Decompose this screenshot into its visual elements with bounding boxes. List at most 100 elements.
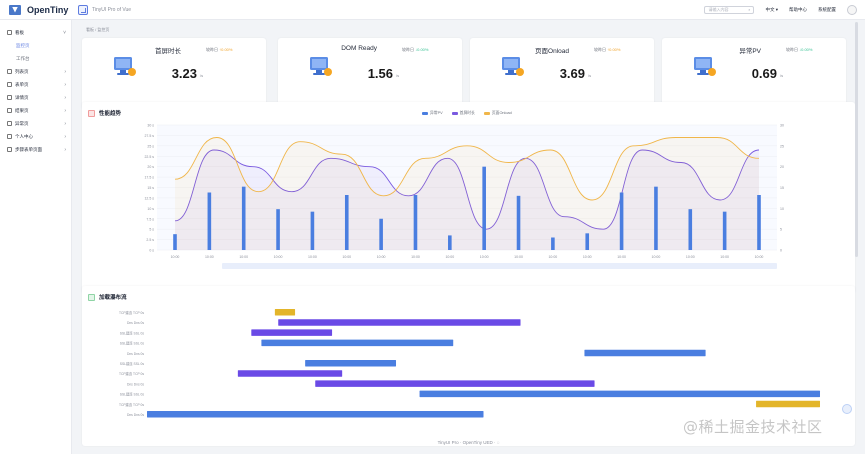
- kpi-unit: /s: [588, 73, 592, 78]
- y-tick-label: 7.5 s: [146, 217, 154, 221]
- sidebar-item-label: 列表页: [15, 68, 29, 74]
- waterfall-bar: [305, 360, 397, 367]
- x-tick-label: 10:00: [445, 255, 454, 259]
- kpi-delta: ↑0.00%: [219, 47, 233, 52]
- sidebar-item-label: 详情页: [15, 94, 29, 100]
- sidebar-item-label: 步骤表单页面: [15, 146, 42, 152]
- search-placeholder: 请输入内容: [708, 6, 729, 12]
- y-tick-label: 30 s: [147, 124, 154, 128]
- chevron-down-icon: ˅: [63, 29, 66, 36]
- x-tick-label: 10:00: [755, 255, 764, 259]
- kpi-name: 异常PV: [739, 48, 761, 55]
- y-tick-label: 12.5 s: [144, 196, 154, 200]
- x-tick-label: 10:00: [686, 255, 695, 259]
- bar: [722, 211, 727, 250]
- system-config-link[interactable]: 系统配置: [818, 7, 836, 13]
- kpi-compare: 较昨日 ↓0.00%: [402, 47, 428, 53]
- menu-icon: [7, 95, 12, 100]
- watermark: @稀土掘金技术社区: [683, 418, 823, 436]
- y2-tick-label: 10: [780, 207, 784, 211]
- kpi-unit: /s: [396, 73, 400, 78]
- sidebar-item-label: 表单页: [15, 81, 29, 87]
- bar: [448, 235, 452, 250]
- main-content: 看板 / 监控页 首屏时长 较昨日 ↑0.00% 3.23/s DOM Ready 较昨…: [82, 20, 855, 454]
- waterfall-bar: [237, 370, 343, 377]
- kpi-card: 异常PV 较昨日 ↓0.00% 0.69/s: [662, 38, 846, 109]
- bar: [207, 192, 212, 250]
- waterfall-bar: [315, 380, 595, 387]
- y-category-label: Dns Dns 0s: [127, 321, 144, 325]
- bar: [276, 209, 280, 250]
- y-tick-label: 17.5 s: [144, 176, 154, 180]
- bar: [654, 186, 658, 250]
- x-tick-label: 10:00: [720, 255, 729, 259]
- x-tick-label: 10:00: [411, 255, 420, 259]
- kpi-unit: /s: [780, 73, 784, 78]
- sidebar-item-3[interactable]: 列表页 ›: [0, 65, 71, 78]
- x-tick-label: 10:00: [652, 255, 661, 259]
- chevron-right-icon: ›: [64, 133, 66, 140]
- kpi-compare-label: 较昨日: [402, 47, 414, 52]
- y-tick-label: 22.5 s: [144, 155, 154, 159]
- bar: [757, 195, 761, 250]
- kpi-name: 页面Onload: [535, 48, 569, 55]
- kpi-value: 3.23: [171, 66, 197, 81]
- y-category-label: SSL建连 SSL 0s: [120, 361, 145, 366]
- chevron-right-icon: ›: [64, 94, 66, 101]
- sidebar-item-4[interactable]: 表单页 ›: [0, 78, 71, 91]
- menu-icon: [7, 147, 12, 152]
- sidebar-item-5[interactable]: 详情页 ›: [0, 91, 71, 104]
- menu-icon: [7, 134, 12, 139]
- bar: [551, 237, 555, 250]
- x-tick-label: 10:00: [342, 255, 351, 259]
- sidebar-item-label: 结果页: [15, 107, 29, 113]
- sidebar-item-label: 工作台: [16, 55, 30, 61]
- kpi-compare: 较昨日 ↑0.00%: [594, 47, 620, 53]
- sidebar-item-label: 异常页: [15, 120, 29, 126]
- chevron-right-icon: ›: [64, 68, 66, 75]
- kpi-card: 页面Onload 较昨日 ↑0.00% 3.69/s: [470, 38, 654, 109]
- logo-text: OpenTiny: [27, 4, 69, 15]
- chevron-right-icon: ›: [64, 81, 66, 88]
- kpi-name: 首屏时长: [155, 48, 181, 55]
- bar: [310, 211, 315, 250]
- x-tick-label: 10:00: [308, 255, 317, 259]
- bar: [173, 234, 177, 250]
- language-switch[interactable]: 中文 ▾: [765, 7, 778, 13]
- kpi-name: DOM Ready: [341, 45, 377, 52]
- sidebar-item-0[interactable]: 看板 ˅: [0, 26, 71, 39]
- waterfall-bar: [261, 339, 454, 347]
- kpi-compare-label: 较昨日: [206, 47, 218, 52]
- footer: TinyUI Pro · OpenTiny UED · ◌: [437, 440, 500, 445]
- chevron-right-icon: ›: [64, 107, 66, 114]
- zoom-slider: [222, 263, 777, 269]
- help-center-link[interactable]: 帮助中心: [789, 7, 807, 13]
- sidebar-item-8[interactable]: 个人中心 ›: [0, 130, 71, 143]
- logo[interactable]: OpenTiny: [0, 4, 70, 15]
- kpi-compare: 较昨日 ↑0.00%: [206, 47, 232, 53]
- sidebar-item-7[interactable]: 异常页 ›: [0, 117, 71, 130]
- sidebar: 看板 ˅ 监控页 工作台 列表页 › 表单页 › 详情页 › 结果页 › 异常页 › 个人中心 › 步骤表单页面…: [0, 20, 72, 454]
- feedback-float-button[interactable]: [842, 404, 852, 414]
- kpi-value: 3.69: [559, 66, 585, 81]
- x-tick-label: 10:00: [377, 255, 386, 259]
- chevron-right-icon: ›: [64, 146, 66, 153]
- sidebar-item-1[interactable]: 监控页: [0, 39, 71, 52]
- y-tick-label: 20 s: [147, 165, 154, 169]
- menu-icon: [7, 30, 12, 35]
- waterfall-bar: [147, 411, 484, 418]
- menu-icon: [7, 108, 12, 113]
- x-tick-label: 10:00: [480, 255, 489, 259]
- sidebar-item-6[interactable]: 结果页 ›: [0, 104, 71, 117]
- sidebar-item-2[interactable]: 工作台: [0, 52, 71, 65]
- search-input[interactable]: 请输入内容 ⌕: [704, 5, 755, 14]
- avatar[interactable]: [847, 4, 857, 15]
- y2-tick-label: 0: [780, 249, 782, 253]
- y-category-label: TCP建连 TCP 0s: [119, 310, 144, 315]
- sidebar-item-9[interactable]: 步骤表单页面 ›: [0, 143, 71, 156]
- kpi-compare: 较昨日 ↓0.00%: [786, 47, 812, 53]
- breadcrumb: 看板 / 监控页: [86, 27, 110, 32]
- waterfall-bar: [274, 309, 296, 316]
- page-scrollbar[interactable]: [855, 22, 858, 257]
- bar: [516, 195, 521, 250]
